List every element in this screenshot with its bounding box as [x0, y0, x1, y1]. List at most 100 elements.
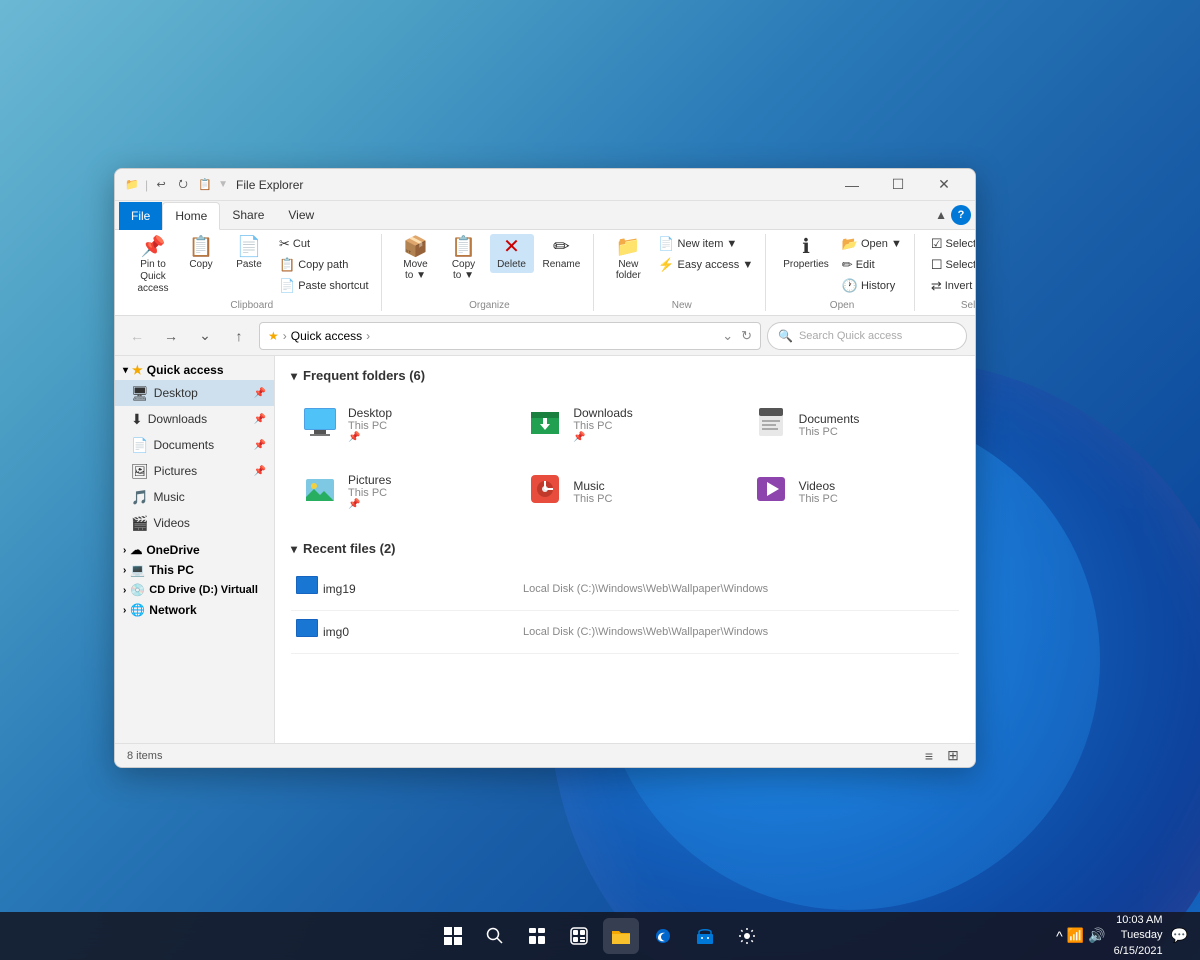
new-folder-label: Newfolder: [616, 259, 641, 281]
widgets-button[interactable]: [561, 918, 597, 954]
invert-selection-button[interactable]: ⇄ Invert selection: [927, 276, 976, 296]
redo-icon[interactable]: ⭮: [174, 176, 192, 194]
documents-tile-sub: This PC: [799, 426, 860, 438]
address-dropdown[interactable]: ⌄: [722, 328, 733, 344]
folder-tile-pictures[interactable]: Pictures This PC 📌: [291, 462, 508, 521]
new-item-button[interactable]: 📄 New item ▼: [654, 234, 757, 254]
documents-sidebar-icon: 📄: [131, 437, 148, 454]
properties-icon-small[interactable]: 📋: [196, 176, 214, 194]
tab-view[interactable]: View: [276, 201, 326, 229]
cut-button[interactable]: ✂ Cut: [275, 234, 373, 254]
paste-shortcut-button[interactable]: 📄 Paste shortcut: [275, 276, 373, 296]
this-pc-section[interactable]: › 💻 This PC: [115, 560, 274, 580]
search-taskbar-button[interactable]: [477, 918, 513, 954]
search-placeholder: Search Quick access: [799, 330, 902, 342]
ribbon-collapse-button[interactable]: ▲: [931, 208, 951, 222]
edge-taskbar-button[interactable]: [645, 918, 681, 954]
start-button[interactable]: [435, 918, 471, 954]
folder-tile-downloads[interactable]: Downloads This PC 📌: [516, 395, 733, 454]
address-bar[interactable]: ★ › Quick access › ⌄ ↻: [259, 322, 761, 350]
clock-date: Tuesday6/15/2021: [1114, 928, 1163, 959]
recent-chevron[interactable]: ▾: [291, 542, 297, 556]
volume-icon[interactable]: 🔊: [1088, 927, 1105, 944]
desktop-tile-info: Desktop This PC 📌: [348, 406, 392, 443]
maximize-button[interactable]: ☐: [875, 169, 921, 201]
desktop-tile-name: Desktop: [348, 406, 392, 420]
sidebar-item-documents[interactable]: 📄 Documents 📌: [115, 432, 274, 458]
notification-icon[interactable]: 💬: [1171, 927, 1188, 944]
folder-tile-music[interactable]: Music This PC: [516, 462, 733, 521]
pin-to-quick-button[interactable]: 📌 Pin to Quickaccess: [131, 234, 175, 298]
minimize-button[interactable]: —: [829, 169, 875, 201]
img19-path: Local Disk (C:)\Windows\Web\Wallpaper\Wi…: [523, 583, 959, 595]
select-all-button[interactable]: ☑ Select all: [927, 234, 976, 254]
network-section[interactable]: › 🌐 Network: [115, 600, 274, 620]
paste-button[interactable]: 📄 Paste: [227, 234, 271, 273]
close-button[interactable]: ✕: [921, 169, 967, 201]
documents-pin-icon: 📌: [254, 440, 266, 451]
tab-share[interactable]: Share: [220, 201, 276, 229]
edit-button[interactable]: ✏ Edit: [838, 255, 906, 275]
quick-access-section[interactable]: ▾ ★ Quick access: [115, 360, 274, 380]
rename-button[interactable]: ✏ Rename: [538, 234, 586, 273]
copy-path-button[interactable]: 📋 Copy path: [275, 255, 373, 275]
folder-tile-videos[interactable]: Videos This PC: [742, 462, 959, 521]
undo-icon[interactable]: ↩: [152, 176, 170, 194]
recent-item-img19[interactable]: img19 Local Disk (C:)\Windows\Web\Wallpa…: [291, 568, 959, 611]
up-button[interactable]: ↑: [225, 322, 253, 350]
ribbon-tab-bar: File Home Share View ▲ ?: [115, 201, 975, 229]
taskbar-right: ^ 📶 🔊 10:03 AM Tuesday6/15/2021 💬: [1056, 913, 1188, 959]
forward-button[interactable]: →: [157, 322, 185, 350]
grid-view-button[interactable]: ⊞: [943, 746, 963, 766]
tab-home[interactable]: Home: [162, 202, 220, 230]
onedrive-section[interactable]: › ☁ OneDrive: [115, 540, 274, 560]
clipboard-label: Clipboard: [131, 298, 373, 311]
folder-tile-documents[interactable]: Documents This PC: [742, 395, 959, 454]
view-controls: ≡ ⊞: [919, 746, 963, 766]
ribbon-content: 📌 Pin to Quickaccess 📋 Copy 📄 Paste ✂: [115, 229, 975, 315]
recent-item-img0[interactable]: img0 Local Disk (C:)\Windows\Web\Wallpap…: [291, 611, 959, 654]
easy-access-button[interactable]: ⚡ Easy access ▼: [654, 255, 757, 275]
select-none-button[interactable]: ☐ Select none: [927, 255, 976, 275]
sidebar-item-downloads[interactable]: ⬇ Downloads 📌: [115, 406, 274, 432]
open-button[interactable]: 📂 Open ▼: [838, 234, 906, 254]
refresh-button[interactable]: ↻: [741, 328, 752, 344]
folder-tile-desktop[interactable]: Desktop This PC 📌: [291, 395, 508, 454]
cd-drive-section[interactable]: › 💿 CD Drive (D:) Virtuall: [115, 580, 274, 600]
history-button[interactable]: 🕐 History: [838, 276, 906, 296]
store-taskbar-button[interactable]: [687, 918, 723, 954]
network-tray-icon[interactable]: 📶: [1067, 927, 1084, 944]
delete-button[interactable]: ✕ Delete: [490, 234, 534, 273]
settings-taskbar-button[interactable]: [729, 918, 765, 954]
copy-to-button[interactable]: 📋 Copyto ▼: [442, 234, 486, 284]
copy-button[interactable]: 📋 Copy: [179, 234, 223, 273]
file-explorer-taskbar-button[interactable]: [603, 918, 639, 954]
task-view-button[interactable]: [519, 918, 555, 954]
sidebar-item-videos[interactable]: 🎬 Videos: [115, 510, 274, 536]
help-button[interactable]: ?: [951, 205, 971, 225]
window-controls: — ☐ ✕: [829, 169, 967, 201]
list-view-button[interactable]: ≡: [919, 746, 939, 766]
history-icon: 🕐: [842, 278, 858, 294]
sidebar-item-pictures[interactable]: 🖼 Pictures 📌: [115, 458, 274, 484]
chevron-up-icon[interactable]: ^: [1056, 928, 1063, 944]
clock[interactable]: 10:03 AM Tuesday6/15/2021: [1114, 913, 1163, 959]
recent-locations-button[interactable]: ⌄: [191, 322, 219, 350]
properties-label: Properties: [783, 259, 829, 270]
music-sidebar-icon: 🎵: [131, 489, 148, 506]
new-folder-icon: 📁: [616, 237, 641, 257]
select-small-buttons: ☑ Select all ☐ Select none ⇄ Invert sele…: [927, 234, 976, 296]
move-to-button[interactable]: 📦 Moveto ▼: [394, 234, 438, 284]
delete-label: Delete: [497, 259, 526, 270]
frequent-chevron[interactable]: ▾: [291, 369, 297, 383]
videos-tile-sub: This PC: [799, 493, 838, 505]
search-bar[interactable]: 🔍 Search Quick access: [767, 322, 967, 350]
onedrive-chevron: ›: [123, 545, 126, 556]
dropdown-arrow[interactable]: ▼: [218, 179, 228, 190]
tab-file[interactable]: File: [119, 202, 162, 230]
properties-button[interactable]: ℹ Properties: [778, 234, 834, 273]
new-folder-button[interactable]: 📁 Newfolder: [606, 234, 650, 284]
sidebar-item-desktop[interactable]: 🖥 Desktop 📌: [115, 380, 274, 406]
sidebar-item-music[interactable]: 🎵 Music: [115, 484, 274, 510]
back-button[interactable]: ←: [123, 322, 151, 350]
